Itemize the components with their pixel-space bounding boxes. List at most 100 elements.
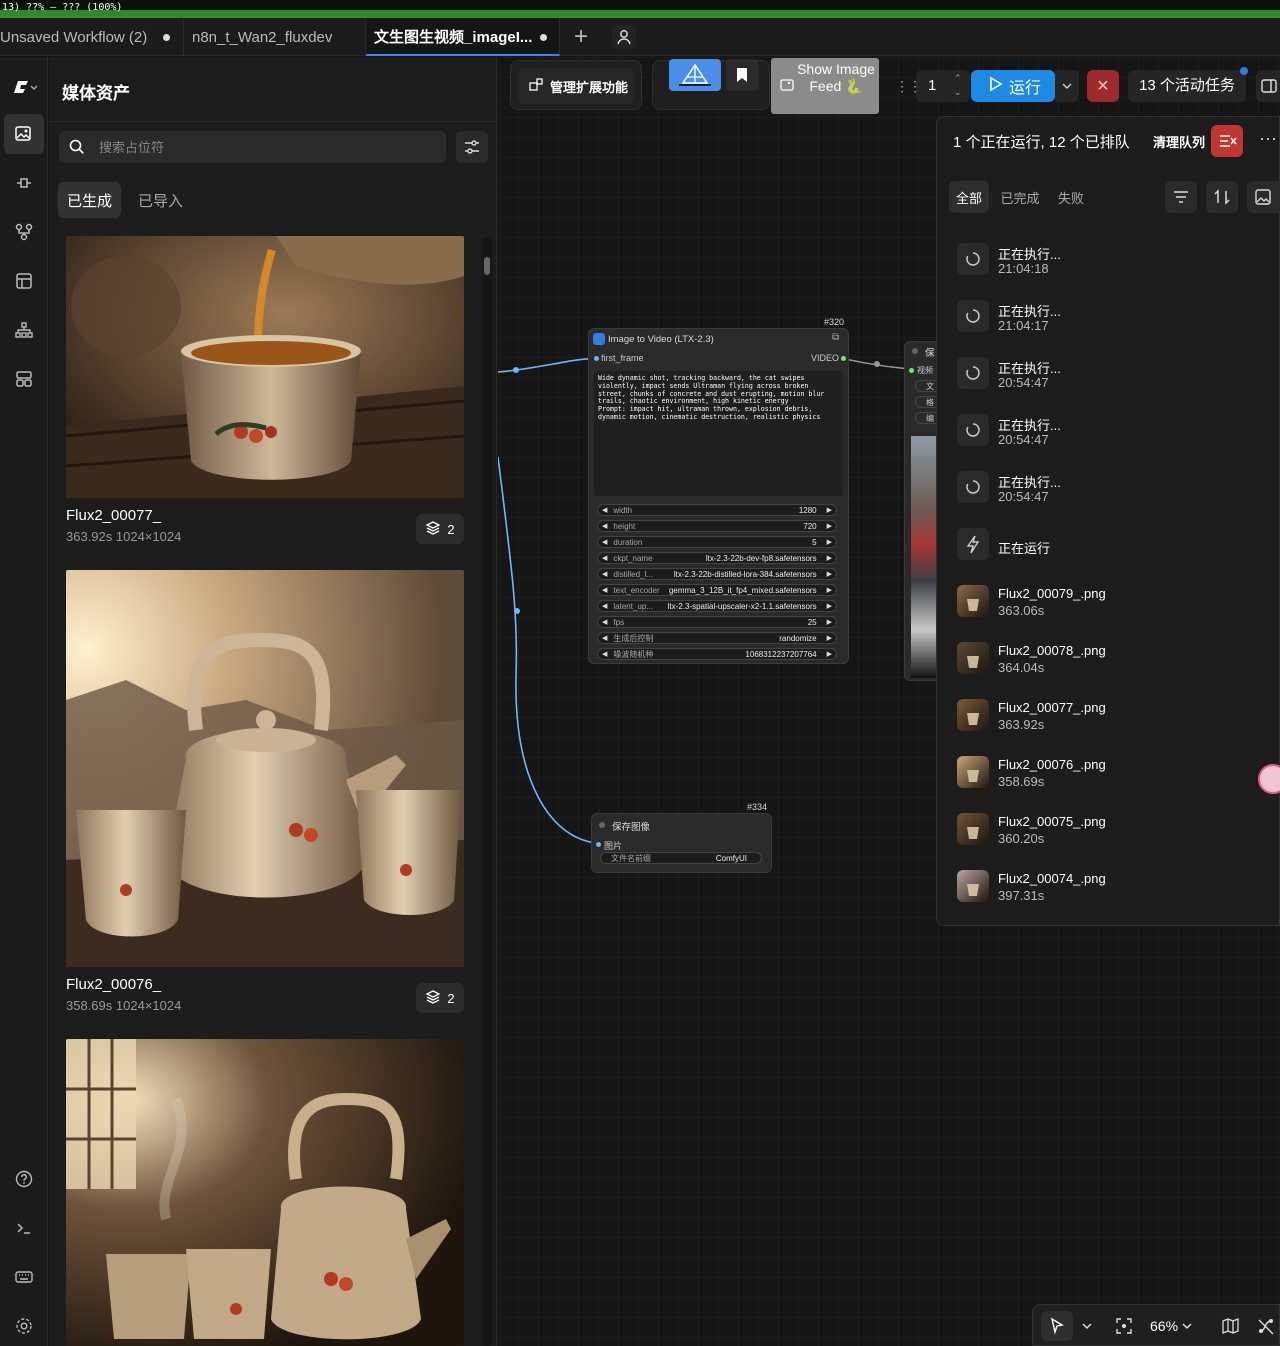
queue-item[interactable]: Flux2_00075_.png 360.20s	[957, 807, 1257, 851]
node-widget[interactable]: ◀ distilled_l... ltx-2.3-22b-distilled-lor…	[597, 568, 837, 580]
active-jobs-button[interactable]: 13 个活动任务	[1128, 70, 1246, 102]
increment-arrow-icon[interactable]: ▶	[827, 506, 832, 514]
increment-arrow-icon[interactable]: ▶	[827, 538, 832, 546]
increment-arrow-icon[interactable]: ▶	[827, 522, 832, 530]
toggle-panel-icon[interactable]	[1256, 70, 1280, 102]
run-button[interactable]: 运行	[971, 70, 1055, 102]
sort-icon[interactable]	[1206, 181, 1238, 213]
output-thumbnail[interactable]	[957, 642, 989, 674]
increment-arrow-icon[interactable]: ▶	[827, 618, 832, 626]
input-slot-icon[interactable]	[909, 368, 914, 373]
queue-item[interactable]: Flux2_00074_.png 397.31s	[957, 864, 1257, 908]
queue-item[interactable]: 正在运行	[957, 522, 1257, 566]
tab-imported[interactable]: 已导入	[129, 182, 192, 218]
output-thumbnail[interactable]	[957, 756, 989, 788]
workflows-icon[interactable]	[4, 261, 44, 301]
more-options-icon[interactable]: ⋯	[1259, 129, 1277, 150]
collapse-dot-icon[interactable]	[599, 822, 605, 828]
increment-arrow-icon[interactable]: ▶	[827, 602, 832, 610]
queue-item[interactable]: 正在执行... 20:54:47	[957, 351, 1257, 395]
output-thumbnail[interactable]	[957, 813, 989, 845]
terminal-icon[interactable]	[4, 1208, 44, 1248]
scrollbar[interactable]	[482, 237, 492, 1346]
prompt-textarea[interactable]: Wide dynamic shot, tracking backward, th…	[594, 371, 843, 496]
bookmark-icon[interactable]	[726, 59, 758, 91]
node-widget[interactable]: ◀ fps 25 ▶	[597, 616, 837, 628]
comfy-logo-icon[interactable]	[4, 67, 44, 107]
filename-prefix-widget[interactable]: 文件名前缀 ComfyUI	[600, 852, 762, 864]
node-widget[interactable]: ◀ duration 5 ▶	[597, 536, 837, 548]
templates-icon[interactable]	[4, 310, 44, 350]
filter-icon[interactable]	[1165, 181, 1197, 213]
save-image-node[interactable]: 保存图像 图片 文件名前缀 ComfyUI	[591, 813, 772, 873]
hide-links-icon[interactable]	[1253, 1311, 1279, 1341]
stack-count-badge[interactable]: 2	[416, 983, 464, 1013]
increment-arrow-icon[interactable]: ▶	[827, 650, 832, 658]
queue-item[interactable]: Flux2_00079_.png 363.06s	[957, 579, 1257, 623]
node-widget[interactable]: ◀ 生成后控制 randomize ▶	[597, 632, 837, 644]
queue-item[interactable]: 正在执行... 20:54:47	[957, 465, 1257, 509]
tab-active-workflow[interactable]: 文生图生视频_imageI...	[366, 18, 560, 56]
asset-thumbnail[interactable]	[66, 1039, 464, 1346]
node-widget[interactable]: ◀ ckpt_name ltx-2.3-22b-dev-fp8.safetensor…	[597, 552, 837, 564]
pointer-mode-chevron-icon[interactable]	[1077, 1311, 1097, 1341]
collapse-dot-icon[interactable]	[912, 348, 918, 354]
input-slot-icon[interactable]	[594, 356, 599, 361]
stack-count-badge[interactable]: 2	[416, 514, 464, 544]
expand-icon[interactable]: ⧉	[832, 332, 839, 343]
model-library-icon[interactable]	[4, 212, 44, 252]
queue-item[interactable]: 正在执行... 21:04:17	[957, 294, 1257, 338]
ship-logo-icon[interactable]	[669, 59, 721, 91]
help-icon[interactable]	[4, 1159, 44, 1199]
run-options-chevron-icon[interactable]	[1055, 70, 1079, 102]
asset-thumbnail[interactable]	[66, 236, 464, 498]
asset-card[interactable]: Flux2_00076_ 358.69s 1024×1024 2	[66, 570, 464, 1020]
settings-icon[interactable]	[4, 1306, 44, 1346]
node-widget[interactable]: ◀ height 720 ▶	[597, 520, 837, 532]
image-view-icon[interactable]	[1247, 181, 1280, 213]
queue-tab-all[interactable]: 全部	[949, 181, 989, 213]
media-assets-icon[interactable]	[4, 114, 44, 154]
input-slot-icon[interactable]	[596, 842, 601, 847]
manage-extensions-button[interactable]: 管理扩展功能	[518, 68, 634, 104]
tab-n8n-wan2[interactable]: n8n_t_Wan2_fluxdev	[184, 18, 366, 56]
queue-item[interactable]: Flux2_00076_.png 358.69s	[957, 750, 1257, 794]
queue-item[interactable]: Flux2_00077_.png 363.92s	[957, 693, 1257, 737]
image-to-video-node[interactable]: Image to Video (LTX-2.3) ⧉ first_frame V…	[588, 328, 849, 664]
queue-item[interactable]: 正在执行... 20:54:47	[957, 408, 1257, 452]
cancel-run-button[interactable]: ×	[1087, 70, 1119, 102]
fit-view-icon[interactable]	[1111, 1311, 1137, 1341]
tab-unsaved-workflow[interactable]: Unsaved Workflow (2)	[0, 18, 184, 56]
new-tab-plus-icon[interactable]: +	[566, 22, 596, 52]
tab-generated[interactable]: 已生成	[58, 182, 121, 218]
node-widget[interactable]: ◀ 噪波随机种 1068312237207764 ▶	[597, 648, 837, 660]
node-widget[interactable]: ◀ latent_up... ltx-2.3-spatial-upscaler-x2…	[597, 600, 837, 612]
queue-layout-icon[interactable]	[4, 359, 44, 399]
increment-arrow-icon[interactable]: ▶	[827, 570, 832, 578]
zoom-chevron-icon[interactable]	[1177, 1311, 1197, 1341]
filter-settings-button[interactable]	[456, 131, 488, 163]
increment-arrow-icon[interactable]: ▶	[827, 634, 832, 642]
output-thumbnail[interactable]	[957, 585, 989, 617]
queue-tab-completed[interactable]: 已完成	[997, 181, 1043, 213]
user-icon[interactable]	[612, 25, 636, 49]
node-library-icon[interactable]	[4, 163, 44, 203]
queue-item[interactable]: Flux2_00078_.png 364.04s	[957, 636, 1257, 680]
scrollbar-thumb[interactable]	[484, 257, 490, 275]
asset-thumbnail[interactable]	[66, 570, 464, 967]
increment-arrow-icon[interactable]: ▶	[827, 586, 832, 594]
select-pointer-icon[interactable]	[1041, 1311, 1073, 1341]
node-widget[interactable]: ◀ text_encoder gemma_3_12B_it_fp4_mixed.sa…	[597, 584, 837, 596]
show-image-feed-button[interactable]: Show Image Feed 🐍	[771, 58, 879, 114]
minimap-icon[interactable]	[1217, 1311, 1243, 1341]
translate-assistant-icon[interactable]	[1258, 764, 1280, 794]
search-input[interactable]	[99, 131, 429, 163]
node-widget[interactable]: ◀ width 1280 ▶	[597, 504, 837, 516]
asset-card[interactable]: Flux2_00077_ 363.92s 1024×1024 2	[66, 236, 464, 548]
increment-arrow-icon[interactable]: ▶	[827, 554, 832, 562]
queue-item[interactable]: 正在执行... 21:04:18	[957, 237, 1257, 281]
keyboard-icon[interactable]	[4, 1257, 44, 1297]
batch-count-input[interactable]: 1 ⌃ ⌄	[916, 70, 970, 102]
asset-card[interactable]	[66, 1039, 464, 1346]
output-thumbnail[interactable]	[957, 870, 989, 902]
